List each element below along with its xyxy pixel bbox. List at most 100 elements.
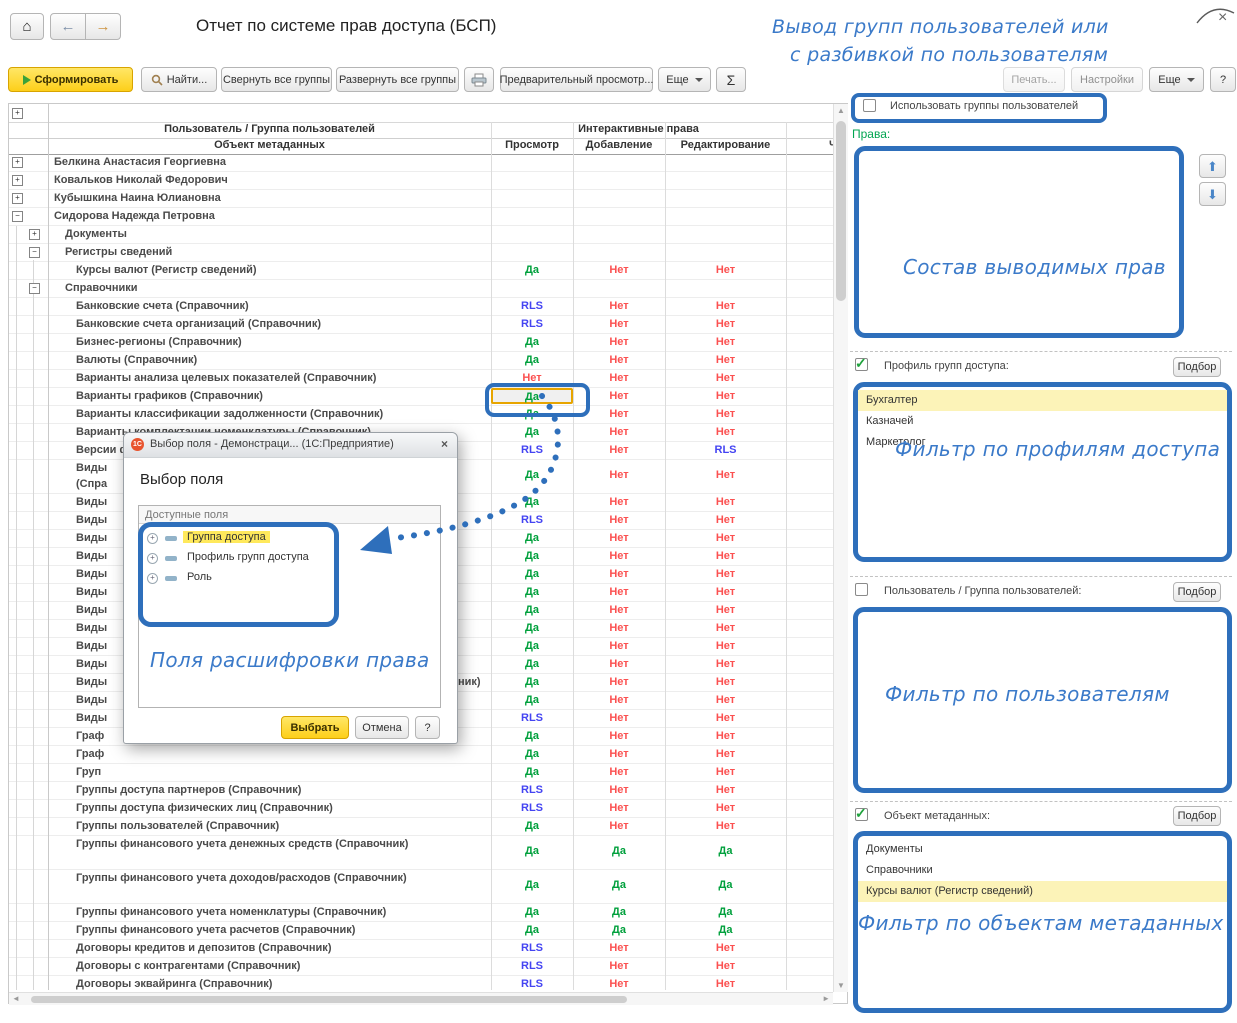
cell-value[interactable]: Нет: [665, 942, 786, 954]
cell-value[interactable]: Нет: [573, 622, 665, 634]
cell-value[interactable]: Нет: [665, 426, 786, 438]
table-row[interactable]: Группы доступа партнеров (Справочник)RLS…: [9, 782, 833, 800]
cell-value[interactable]: Нет: [665, 604, 786, 616]
cell-value[interactable]: Нет: [573, 426, 665, 438]
cell-value[interactable]: Да: [665, 845, 786, 857]
cell-value[interactable]: Нет: [573, 496, 665, 508]
table-row[interactable]: +Белкина Анастасия Георгиевна: [9, 154, 833, 172]
cell-value[interactable]: Да: [491, 586, 573, 598]
cell-value[interactable]: Да: [491, 640, 573, 652]
move-up-button[interactable]: ⬆: [1199, 154, 1226, 178]
cell-value[interactable]: Нет: [573, 942, 665, 954]
table-row[interactable]: Договоры кредитов и депозитов (Справочни…: [9, 940, 833, 958]
cell-value[interactable]: Нет: [665, 469, 786, 481]
cell-value[interactable]: Да: [491, 676, 573, 688]
cell-value[interactable]: RLS: [491, 802, 573, 814]
cell-value[interactable]: Нет: [573, 658, 665, 670]
cell-value[interactable]: Нет: [665, 978, 786, 990]
print-report-button[interactable]: Печать...: [1003, 67, 1065, 92]
table-row[interactable]: +Ковальков Николай Федорович: [9, 172, 833, 190]
cell-value[interactable]: RLS: [665, 444, 786, 456]
vertical-scrollbar[interactable]: ▲ ▼: [833, 104, 848, 992]
table-row[interactable]: +Документы: [9, 226, 833, 244]
scroll-up-icon[interactable]: ▲: [837, 106, 845, 115]
collapse-all-button[interactable]: Свернуть все группы: [221, 67, 332, 92]
cell-value[interactable]: Нет: [665, 550, 786, 562]
cell-value[interactable]: Нет: [665, 640, 786, 652]
generate-button[interactable]: Сформировать: [8, 67, 133, 92]
cell-value[interactable]: Да: [665, 906, 786, 918]
table-row[interactable]: +Кубышкина Наина Юлиановна: [9, 190, 833, 208]
table-row[interactable]: Договоры эквайринга (Справочник)RLSНетНе…: [9, 976, 833, 992]
column-header-user[interactable]: Пользователь / Группа пользователей: [48, 123, 491, 135]
cell-value[interactable]: RLS: [491, 300, 573, 312]
cell-value[interactable]: Нет: [573, 264, 665, 276]
cell-value[interactable]: Нет: [491, 372, 573, 384]
cell-value[interactable]: Нет: [573, 514, 665, 526]
cell-value[interactable]: Нет: [665, 514, 786, 526]
column-header-view[interactable]: Просмотр: [491, 139, 573, 151]
expand-icon[interactable]: +: [147, 533, 158, 544]
list-item[interactable]: Курсы валют (Регистр сведений): [858, 881, 1227, 902]
cell-value[interactable]: Да: [491, 820, 573, 832]
table-row[interactable]: Группы финансового учета доходов/расходо…: [9, 870, 833, 904]
profile-pick-button[interactable]: Подбор: [1173, 357, 1221, 377]
metadata-pick-button[interactable]: Подбор: [1173, 806, 1221, 826]
cell-value[interactable]: RLS: [491, 318, 573, 330]
horizontal-scroll-thumb[interactable]: [31, 996, 627, 1003]
cell-value[interactable]: Да: [491, 748, 573, 760]
cell-value[interactable]: Нет: [665, 784, 786, 796]
dialog-titlebar[interactable]: 1С Выбор поля - Демонстраци... (1С:Предп…: [124, 433, 457, 458]
scroll-down-icon[interactable]: ▼: [837, 981, 845, 990]
expand-icon[interactable]: +: [147, 573, 158, 584]
print-button[interactable]: [464, 67, 494, 92]
cell-value[interactable]: Нет: [665, 766, 786, 778]
cell-value[interactable]: Нет: [573, 318, 665, 330]
expand-icon[interactable]: +: [29, 229, 40, 240]
cell-value[interactable]: Да: [491, 604, 573, 616]
help-button[interactable]: ?: [1210, 67, 1236, 92]
table-row[interactable]: Договоры с контрагентами (Справочник)RLS…: [9, 958, 833, 976]
select-button[interactable]: Выбрать: [281, 716, 349, 739]
cell-value[interactable]: Нет: [665, 264, 786, 276]
cell-value[interactable]: Нет: [573, 444, 665, 456]
cell-value[interactable]: Да: [573, 924, 665, 936]
cell-value[interactable]: Нет: [573, 336, 665, 348]
cell-value[interactable]: Нет: [665, 820, 786, 832]
tree-item[interactable]: +Группа доступа: [139, 528, 440, 548]
table-row[interactable]: ГрупДаНетНет: [9, 764, 833, 782]
list-item[interactable]: Справочники: [858, 860, 1227, 881]
column-header-edit[interactable]: Редактирование: [665, 139, 786, 151]
cell-value[interactable]: Нет: [665, 586, 786, 598]
back-button[interactable]: ←: [50, 13, 86, 40]
cell-value[interactable]: RLS: [491, 514, 573, 526]
cell-value[interactable]: RLS: [491, 784, 573, 796]
cell-value[interactable]: Нет: [573, 676, 665, 688]
scroll-left-icon[interactable]: ◄: [12, 994, 20, 1003]
expand-icon[interactable]: +: [12, 157, 23, 168]
collapse-icon[interactable]: −: [29, 247, 40, 258]
table-row[interactable]: −Справочники: [9, 280, 833, 298]
cell-value[interactable]: Нет: [573, 604, 665, 616]
table-row[interactable]: ГрафДаНетНет: [9, 746, 833, 764]
table-row[interactable]: Группы финансового учета денежных средст…: [9, 836, 833, 870]
table-row[interactable]: Варианты графиков (Справочник)ДаНетНет: [9, 388, 833, 406]
cell-value[interactable]: Нет: [665, 658, 786, 670]
cell-value[interactable]: Нет: [665, 390, 786, 402]
preview-button[interactable]: Предварительный просмотр...: [500, 67, 653, 92]
cell-value[interactable]: Нет: [573, 372, 665, 384]
scroll-right-icon[interactable]: ►: [822, 994, 830, 1003]
cell-value[interactable]: Нет: [665, 496, 786, 508]
available-fields-tree[interactable]: Доступные поля +Группа доступа+Профиль г…: [138, 505, 441, 708]
expand-icon[interactable]: +: [147, 553, 158, 564]
expand-icon[interactable]: +: [12, 193, 23, 204]
cell-value[interactable]: Нет: [573, 712, 665, 724]
cell-value[interactable]: Нет: [665, 802, 786, 814]
cell-value[interactable]: Нет: [573, 960, 665, 972]
column-header-add[interactable]: Добавление: [573, 139, 665, 151]
cell-value[interactable]: Нет: [665, 730, 786, 742]
cell-value[interactable]: Нет: [665, 336, 786, 348]
cell-value[interactable]: RLS: [491, 942, 573, 954]
use-user-groups-checkbox[interactable]: [863, 99, 876, 112]
cell-value[interactable]: Нет: [665, 318, 786, 330]
